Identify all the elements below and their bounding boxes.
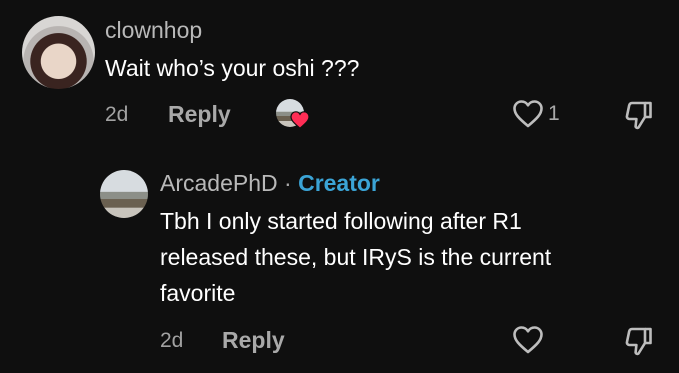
reply-username-row: ArcadePhD · Creator	[160, 170, 380, 197]
reply-button[interactable]: Reply	[168, 101, 231, 128]
like-button[interactable]	[512, 99, 544, 129]
pink-heart-icon	[290, 111, 310, 129]
thumbs-down-icon[interactable]	[623, 325, 655, 357]
reply-like-button[interactable]	[512, 325, 544, 355]
reply-dislike-button[interactable]	[623, 325, 655, 357]
reply-text-line: favorite	[160, 280, 236, 306]
reply-username[interactable]: ArcadePhD	[160, 170, 278, 196]
comment-username[interactable]: clownhop	[105, 17, 202, 44]
heart-outline-icon[interactable]	[512, 99, 544, 129]
reply-text: Tbh I only started following after R1 re…	[160, 203, 660, 311]
avatar-arcadephd[interactable]	[100, 170, 148, 218]
dislike-button[interactable]	[623, 99, 655, 131]
reply-text-line: released these, but IRyS is the current	[160, 244, 552, 270]
reply-reply-button[interactable]: Reply	[222, 327, 285, 354]
creator-badge: Creator	[298, 170, 380, 196]
creator-heart-reaction-icon	[274, 99, 312, 133]
like-count: 1	[548, 102, 560, 125]
comment-text: Wait who’s your oshi ???	[105, 55, 360, 81]
separator-dot: ·	[284, 170, 292, 196]
heart-outline-icon[interactable]	[512, 325, 544, 355]
comment-time: 2d	[105, 103, 129, 126]
thumbs-down-icon[interactable]	[623, 99, 655, 131]
reply-time: 2d	[160, 329, 184, 352]
avatar-clownhop[interactable]	[22, 16, 95, 89]
reply-text-line: Tbh I only started following after R1	[160, 208, 522, 234]
